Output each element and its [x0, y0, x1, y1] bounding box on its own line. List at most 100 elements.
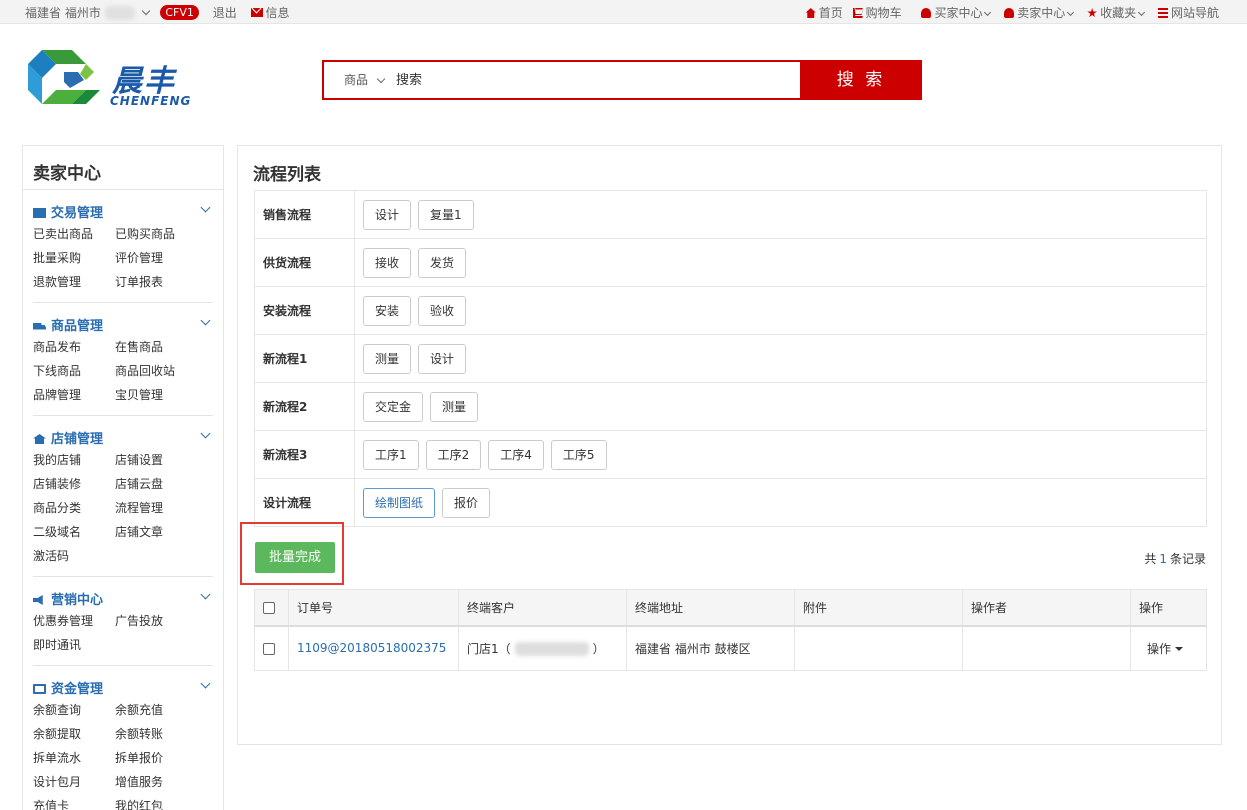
flow-step-button[interactable]: 测量	[430, 391, 479, 422]
flow-step-button[interactable]: 设计	[363, 199, 412, 230]
sidebar-group-header[interactable]: 店铺管理	[33, 428, 213, 447]
sidebar-item[interactable]: 余额提取	[33, 722, 115, 746]
sidebar-group-trade: 交易管理 已卖出商品 已购买商品 批量采购 评价管理 退款管理 订单报表	[33, 190, 213, 303]
flow-step-button[interactable]: 设计	[418, 343, 467, 374]
sidebar-group-title: 营销中心	[51, 593, 104, 608]
cart-icon	[852, 8, 863, 18]
sidebar-group-header[interactable]: 商品管理	[33, 315, 213, 334]
flow-step-button[interactable]: 验收	[418, 295, 467, 326]
flow-step-button[interactable]: 交定金	[363, 391, 424, 422]
message-link[interactable]: 信息	[250, 4, 290, 21]
row-action-dropdown[interactable]: 操作	[1139, 640, 1184, 657]
order-number-link[interactable]: 1109@20180518002375	[297, 641, 446, 655]
city-selector[interactable]: 福州市	[65, 4, 101, 21]
sidebar-item[interactable]: 店铺云盘	[115, 472, 205, 496]
flow-step-button[interactable]: 工序1	[363, 439, 419, 470]
sidebar-item[interactable]: 商品回收站	[115, 359, 205, 383]
sidebar-item[interactable]: 店铺设置	[115, 448, 205, 472]
row-checkbox[interactable]	[263, 642, 275, 655]
blurred-district	[104, 5, 135, 20]
user-icon	[1004, 8, 1015, 18]
sidebar-item[interactable]: 已卖出商品	[33, 222, 115, 246]
column-header: 操作者	[962, 589, 1131, 627]
batch-complete-highlight: 批量完成	[240, 522, 344, 585]
sidebar-item[interactable]: 流程管理	[115, 496, 205, 520]
sidebar-item[interactable]: 我的红包	[115, 794, 205, 810]
sidebar-item[interactable]: 拆单报价	[115, 746, 205, 770]
select-all-checkbox[interactable]	[263, 601, 275, 614]
sidebar-item[interactable]: 余额充值	[115, 698, 205, 722]
chevron-down-icon	[1138, 8, 1146, 16]
flow-step-button[interactable]: 报价	[442, 487, 491, 518]
flow-step-button[interactable]: 工序4	[488, 439, 544, 470]
chevron-down-icon[interactable]	[200, 678, 211, 689]
buyer-center-menu[interactable]: 买家中心	[921, 4, 992, 21]
sidebar-item[interactable]: 宝贝管理	[115, 383, 205, 407]
search-button[interactable]: 搜 索	[800, 60, 922, 100]
sidebar-item[interactable]: 余额转账	[115, 722, 205, 746]
sidebar-item[interactable]: 激活码	[33, 544, 115, 568]
sidebar-item[interactable]: 下线商品	[33, 359, 115, 383]
logout-link[interactable]: 退出	[213, 4, 237, 21]
search-category-select[interactable]: 商品	[324, 62, 396, 98]
flow-step-button[interactable]: 工序5	[550, 439, 607, 470]
sidebar-group-header[interactable]: 资金管理	[33, 678, 213, 697]
sidebar-item[interactable]: 店铺装修	[33, 472, 115, 496]
sidebar-item[interactable]: 店铺文章	[115, 520, 205, 544]
sidebar-item[interactable]: 拆单流水	[33, 746, 115, 770]
cart-link[interactable]: 购物车	[852, 4, 902, 21]
record-suffix: 条记录	[1169, 552, 1206, 566]
search-category-label: 商品	[344, 73, 369, 87]
chevron-down-icon[interactable]	[200, 315, 211, 326]
chevron-down-icon[interactable]	[200, 428, 211, 439]
blurred-customer-info	[514, 642, 589, 657]
sidebar-item[interactable]: 退款管理	[33, 270, 115, 294]
flow-step-button[interactable]: 安装	[363, 295, 412, 326]
flow-step-button[interactable]: 测量	[363, 343, 412, 374]
sidebar-item[interactable]: 优惠券管理	[33, 609, 115, 633]
cart-label: 购物车	[865, 6, 902, 20]
sidebar-item[interactable]: 我的店铺	[33, 448, 115, 472]
sidebar-item[interactable]: 批量采购	[33, 246, 115, 270]
site-nav-link[interactable]: 网站导航	[1157, 4, 1219, 21]
favorites-menu[interactable]: 收藏夹	[1087, 4, 1146, 21]
flow-step-button[interactable]: 复量1	[418, 199, 474, 230]
home-icon	[805, 8, 816, 18]
chevron-down-icon	[376, 74, 386, 84]
site-logo[interactable]: 晨丰 CHENFENG	[24, 42, 224, 118]
sidebar-group-header[interactable]: 营销中心	[33, 589, 213, 608]
sidebar-item[interactable]: 广告投放	[115, 609, 205, 633]
home-link[interactable]: 首页	[805, 4, 843, 21]
buyer-center-label: 买家中心	[934, 6, 983, 20]
sidebar-item[interactable]: 余额查询	[33, 698, 115, 722]
sidebar-item[interactable]: 订单报表	[115, 270, 205, 294]
flow-name: 新流程3	[254, 430, 355, 479]
chevron-down-icon[interactable]	[200, 589, 211, 600]
flow-name: 安装流程	[254, 286, 355, 335]
sidebar-item[interactable]: 商品发布	[33, 335, 115, 359]
list-icon	[33, 208, 46, 218]
chevron-down-icon[interactable]	[200, 202, 211, 213]
sidebar-item[interactable]: 商品分类	[33, 496, 115, 520]
chevron-down-icon[interactable]	[141, 6, 150, 16]
sidebar-item[interactable]: 充值卡	[33, 794, 115, 810]
search-input[interactable]	[396, 62, 802, 98]
sidebar-item[interactable]: 增值服务	[115, 770, 205, 794]
flow-step-button[interactable]: 工序2	[425, 439, 482, 470]
sidebar-item[interactable]: 评价管理	[115, 246, 205, 270]
speaker-icon	[33, 595, 43, 605]
sidebar-item[interactable]: 二级域名	[33, 520, 115, 544]
sidebar-item[interactable]: 在售商品	[115, 335, 205, 359]
site-nav-label: 网站导航	[1170, 6, 1219, 20]
sidebar-item[interactable]: 品牌管理	[33, 383, 115, 407]
sidebar-item[interactable]: 已购买商品	[115, 222, 205, 246]
flow-step-button[interactable]: 接收	[363, 247, 412, 278]
flow-name: 设计流程	[254, 478, 355, 527]
seller-center-menu[interactable]: 卖家中心	[1004, 4, 1075, 21]
batch-complete-button[interactable]: 批量完成	[255, 542, 335, 573]
sidebar-group-header[interactable]: 交易管理	[33, 202, 213, 221]
sidebar-item[interactable]: 设计包月	[33, 770, 115, 794]
sidebar-item[interactable]: 即时通讯	[33, 633, 115, 657]
flow-step-button[interactable]: 发货	[418, 247, 467, 278]
flow-step-button-active[interactable]: 绘制图纸	[363, 487, 436, 518]
